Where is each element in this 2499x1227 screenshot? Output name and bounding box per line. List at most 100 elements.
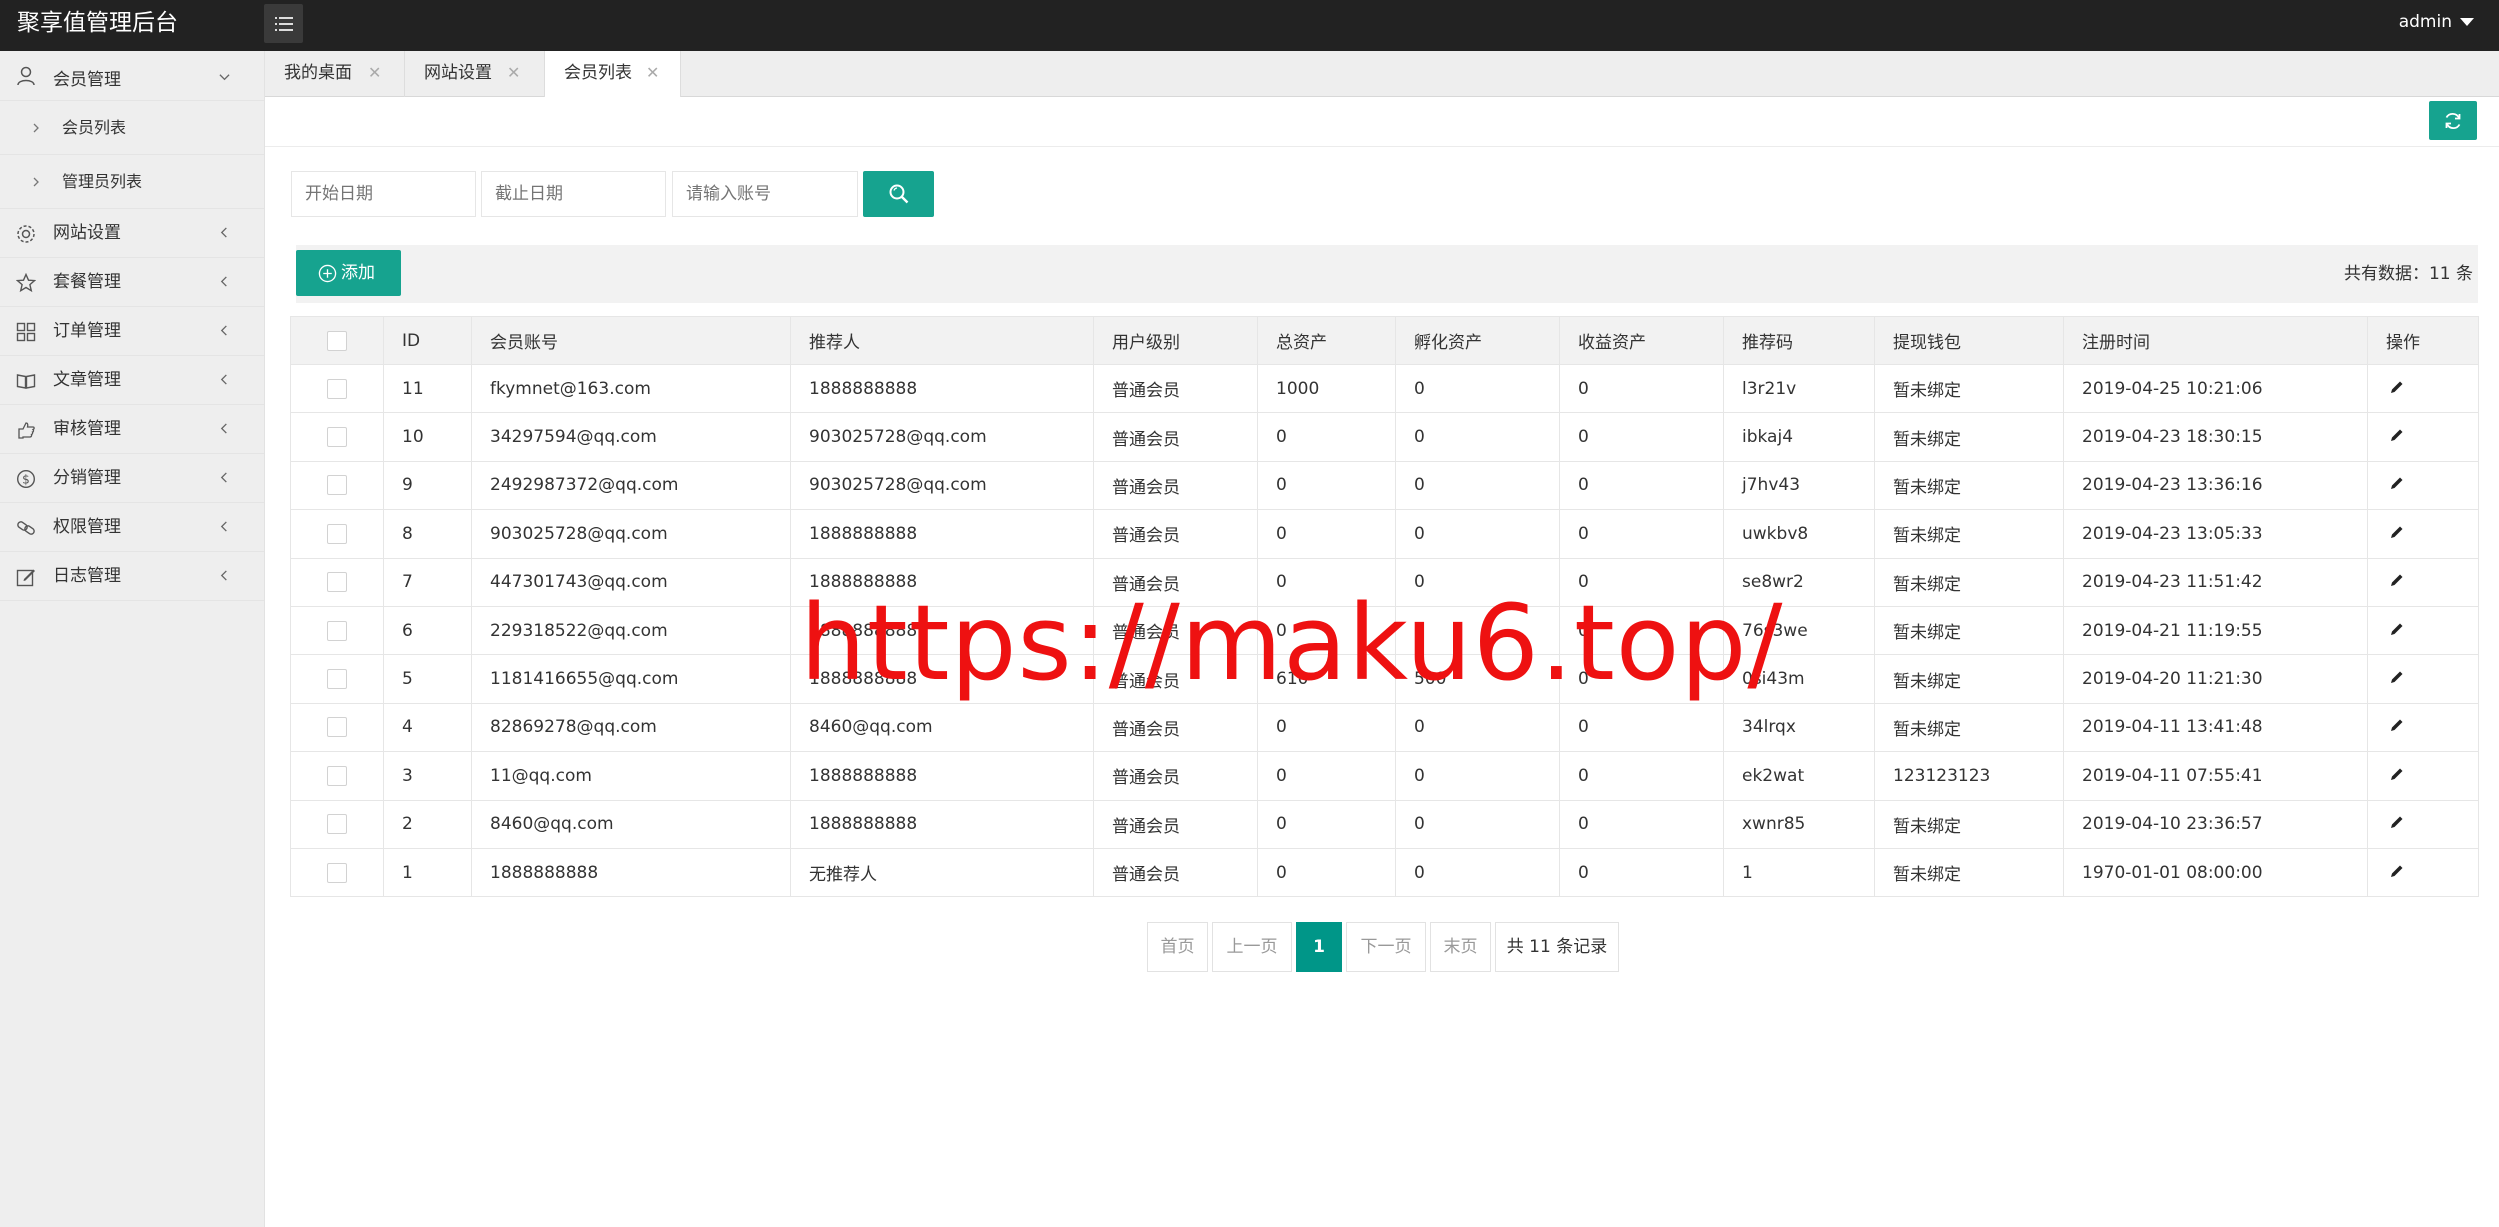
add-button[interactable]: 添加 bbox=[296, 250, 401, 296]
table-cell: l3r21v bbox=[1723, 363, 1875, 414]
table-cell: 0 bbox=[1559, 509, 1724, 559]
row-actions-cell bbox=[2367, 702, 2479, 753]
edit-pencil-icon[interactable] bbox=[2390, 864, 2404, 878]
edit-pencil-icon[interactable] bbox=[2390, 428, 2404, 442]
close-icon[interactable]: ✕ bbox=[646, 51, 659, 95]
row-checkbox[interactable] bbox=[327, 765, 347, 786]
table-cell: 1888888888 bbox=[790, 799, 1094, 849]
search-button[interactable] bbox=[863, 171, 934, 217]
close-icon[interactable]: ✕ bbox=[368, 51, 381, 95]
column-header: 总资产 bbox=[1257, 316, 1396, 365]
table-cell: 普通会员 bbox=[1093, 363, 1258, 414]
edit-pencil-icon[interactable] bbox=[2390, 573, 2404, 587]
row-checkbox[interactable] bbox=[327, 620, 347, 641]
chevron-left-icon bbox=[220, 276, 227, 287]
edit-pencil-icon[interactable] bbox=[2390, 622, 2404, 636]
start-date-input[interactable] bbox=[291, 171, 476, 217]
sidebar-item-order[interactable]: 订单管理 bbox=[0, 307, 264, 356]
row-select-cell bbox=[290, 509, 384, 559]
chevron-left-icon bbox=[220, 521, 227, 532]
row-actions-cell bbox=[2367, 363, 2479, 414]
table-cell: 普通会员 bbox=[1093, 847, 1258, 898]
close-icon[interactable]: ✕ bbox=[507, 51, 520, 95]
row-checkbox[interactable] bbox=[327, 669, 347, 690]
edit-pencil-icon[interactable] bbox=[2390, 718, 2404, 732]
account-search-input[interactable] bbox=[672, 171, 858, 217]
table-cell: 8 bbox=[383, 509, 472, 559]
table-header-row: ID 会员账号 推荐人 用户级别 总资产 孵化资产 收益资产 推荐码 提现钱包 … bbox=[290, 316, 2479, 365]
table-cell: 暂未绑定 bbox=[1874, 605, 2064, 656]
table-cell: 7 bbox=[383, 557, 472, 607]
select-all-checkbox[interactable] bbox=[327, 330, 347, 351]
sidebar-item-review[interactable]: 审核管理 bbox=[0, 405, 264, 454]
row-checkbox[interactable] bbox=[327, 862, 347, 883]
table-cell: 0 bbox=[1395, 751, 1560, 801]
table-cell: 1181416655@qq.com bbox=[471, 654, 791, 704]
table-cell: 11@qq.com bbox=[471, 751, 791, 801]
first-page-button[interactable]: 首页 bbox=[1147, 922, 1208, 972]
next-page-button[interactable]: 下一页 bbox=[1346, 922, 1426, 972]
edit-pencil-icon[interactable] bbox=[2390, 670, 2404, 684]
add-button-label: 添加 bbox=[341, 263, 375, 283]
tab-site-settings[interactable]: 网站设置 ✕ bbox=[405, 51, 545, 97]
row-select-cell bbox=[290, 751, 384, 801]
prev-page-button[interactable]: 上一页 bbox=[1212, 922, 1292, 972]
edit-pencil-icon[interactable] bbox=[2390, 380, 2404, 394]
row-checkbox[interactable] bbox=[327, 378, 347, 399]
row-checkbox[interactable] bbox=[327, 427, 347, 448]
table-cell: uwkbv8 bbox=[1723, 509, 1875, 559]
sidebar-item-label: 文章管理 bbox=[53, 370, 121, 390]
sidebar-item-permission[interactable]: 权限管理 bbox=[0, 503, 264, 552]
last-page-button[interactable]: 末页 bbox=[1430, 922, 1491, 972]
table-cell: 0 bbox=[1559, 460, 1724, 511]
row-checkbox[interactable] bbox=[327, 717, 347, 738]
table-cell: 0 bbox=[1257, 799, 1396, 849]
tab-desktop[interactable]: 我的桌面 ✕ bbox=[265, 51, 405, 97]
sidebar-item-log[interactable]: 日志管理 bbox=[0, 552, 264, 601]
row-checkbox[interactable] bbox=[327, 814, 347, 835]
sidebar-item-article[interactable]: 文章管理 bbox=[0, 356, 264, 405]
table-cell: 9 bbox=[383, 460, 472, 511]
table-cell: 0 bbox=[1395, 799, 1560, 849]
tab-member-list[interactable]: 会员列表 ✕ bbox=[545, 51, 681, 98]
sidebar-subitem-admin-list[interactable]: 管理员列表 bbox=[0, 155, 264, 209]
row-select-cell bbox=[290, 363, 384, 414]
current-page-button[interactable]: 1 bbox=[1296, 922, 1342, 972]
row-actions-cell bbox=[2367, 654, 2479, 704]
row-checkbox[interactable] bbox=[327, 475, 347, 496]
chevron-left-icon bbox=[220, 374, 227, 385]
sidebar-item-member[interactable]: 会员管理 bbox=[0, 51, 264, 101]
table-cell: 2019-04-23 18:30:15 bbox=[2063, 412, 2368, 462]
table-cell: 1888888888 bbox=[790, 654, 1094, 704]
row-checkbox[interactable] bbox=[327, 572, 347, 593]
user-menu[interactable]: admin bbox=[2399, 0, 2474, 45]
chevron-left-icon bbox=[220, 472, 227, 483]
row-checkbox[interactable] bbox=[327, 523, 347, 544]
record-count: 共有数据：11 条 bbox=[2343, 264, 2473, 284]
sidebar-item-distribution[interactable]: $ 分销管理 bbox=[0, 454, 264, 503]
edit-pencil-icon[interactable] bbox=[2390, 525, 2404, 539]
table-cell: 0 bbox=[1395, 702, 1560, 753]
sidebar-item-package[interactable]: 套餐管理 bbox=[0, 258, 264, 307]
table-cell: 0 bbox=[1257, 509, 1396, 559]
column-header: 会员账号 bbox=[471, 316, 791, 365]
table-cell: 1888888888 bbox=[790, 509, 1094, 559]
sidebar-item-label: 分销管理 bbox=[53, 468, 121, 488]
edit-icon bbox=[16, 569, 35, 587]
edit-pencil-icon[interactable] bbox=[2390, 476, 2404, 490]
edit-pencil-icon[interactable] bbox=[2390, 815, 2404, 829]
refresh-button[interactable] bbox=[2429, 101, 2477, 140]
table-cell: 4 bbox=[383, 702, 472, 753]
table-cell: 5 bbox=[383, 654, 472, 704]
menu-toggle-button[interactable] bbox=[264, 4, 303, 43]
table-row: 6 229318522@qq.com 1888888888 普通会员 0 0 0 76s3we… bbox=[290, 605, 2479, 656]
end-date-input[interactable] bbox=[481, 171, 666, 217]
action-bar: 添加 共有数据：11 条 bbox=[296, 245, 2478, 303]
table-cell: ek2wat bbox=[1723, 751, 1875, 801]
chevron-left-icon bbox=[220, 325, 227, 336]
edit-pencil-icon[interactable] bbox=[2390, 767, 2404, 781]
sidebar-item-site-settings[interactable]: 网站设置 bbox=[0, 209, 264, 258]
table-cell: 2019-04-11 13:41:48 bbox=[2063, 702, 2368, 753]
table-cell: 普通会员 bbox=[1093, 654, 1258, 704]
sidebar-subitem-member-list[interactable]: 会员列表 bbox=[0, 101, 264, 155]
